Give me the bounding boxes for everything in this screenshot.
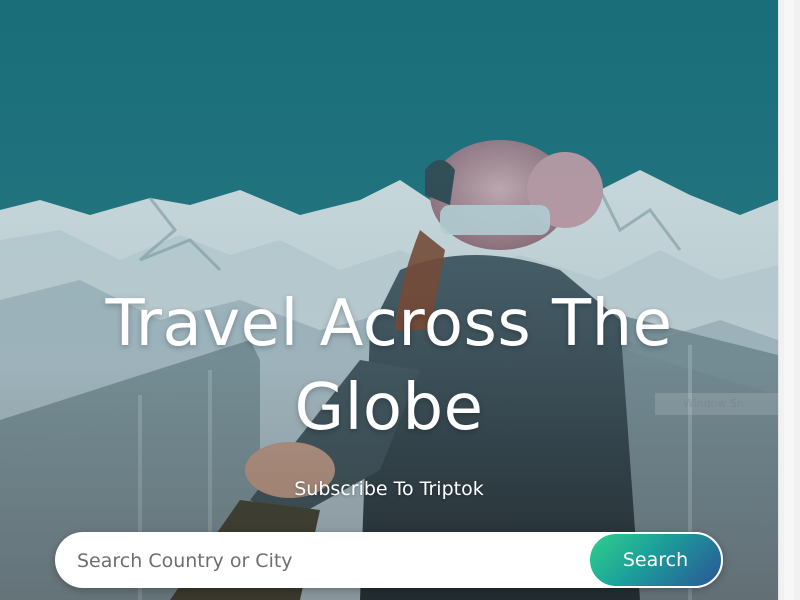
search-button[interactable]: Search: [588, 532, 723, 588]
window-tooltip: Window Sh: [655, 393, 778, 415]
scrollbar-thumb[interactable]: [784, 0, 794, 600]
search-input[interactable]: [75, 540, 579, 582]
hero-subtitle: Subscribe To Triptok: [294, 478, 484, 500]
hero-section: Travel Across The Globe Subscribe To Tri…: [0, 0, 778, 600]
hero-title: Travel Across The Globe: [105, 287, 673, 445]
